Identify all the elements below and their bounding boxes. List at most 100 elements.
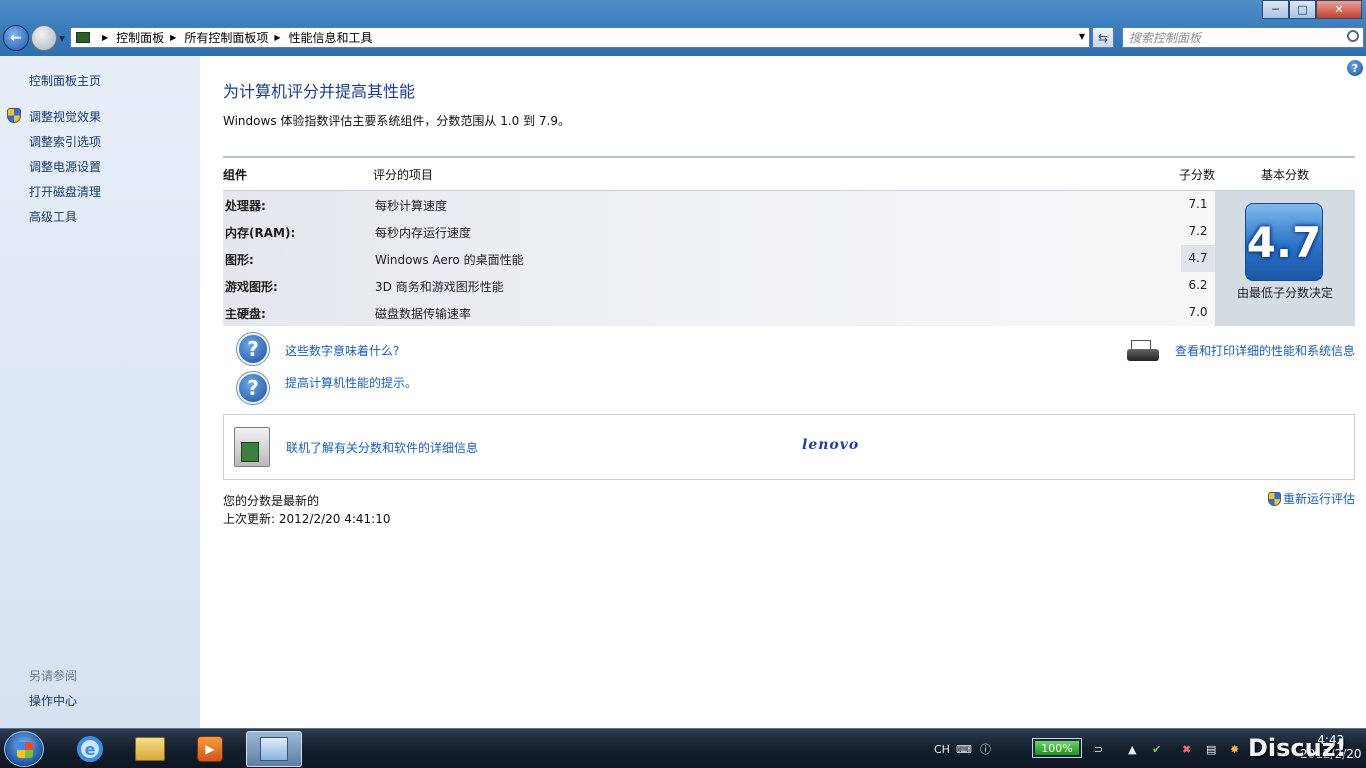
last-update: 上次更新: 2012/2/20 4:41:10 [223, 512, 391, 526]
component-name: 游戏图形: [225, 280, 278, 294]
help-icon[interactable]: ? [1347, 60, 1363, 76]
sidebar-item-home[interactable]: 控制面板主页 [29, 72, 101, 89]
base-score-caption: 由最低子分数决定 [1237, 286, 1334, 300]
component-name: 主硬盘: [225, 307, 266, 321]
component-name: 处理器: [225, 199, 266, 213]
subscore: 7.0 [1188, 305, 1208, 319]
page-description: Windows 体验指数评估主要系统组件，分数范围从 1.0 到 7.9。 [223, 114, 570, 128]
table-row: 游戏图形: 3D 商务和游戏图形性能 6.2 [223, 272, 1215, 299]
table-row: 内存(RAM): 每秒内存运行速度 7.2 [223, 218, 1215, 245]
power-plug-icon[interactable]: ⊃ [1094, 729, 1103, 768]
subscore-lowest: 4.7 [1181, 245, 1215, 272]
taskbar-explorer[interactable] [122, 731, 178, 767]
base-score-panel: 4.7 由最低子分数决定 [1215, 190, 1355, 326]
header-basescore: 基本分数 [1261, 168, 1310, 182]
search-input[interactable]: 搜索控制面板 [1122, 27, 1364, 48]
keyboard-icon[interactable]: ⌨ [956, 729, 972, 768]
shield-icon [7, 108, 21, 123]
taskbar-control-panel[interactable] [246, 731, 302, 767]
header-subscore: 子分数 [1179, 168, 1216, 182]
score-rows: 处理器: 每秒计算速度 7.1 内存(RAM): 每秒内存运行速度 7.2 图形… [223, 190, 1215, 326]
chevron-right-icon[interactable]: ▶ [170, 33, 176, 42]
help-icon[interactable]: ⓘ [980, 729, 991, 768]
breadcrumb-performance[interactable]: 性能信息和工具 [289, 29, 373, 46]
control-panel-icon [260, 737, 288, 761]
maximize-button[interactable]: □ [1289, 0, 1316, 19]
sidebar-item-action-center[interactable]: 操作中心 [29, 692, 77, 709]
what-numbers-mean-link[interactable]: 这些数字意味着什么? [285, 342, 399, 359]
component-name: 图形: [225, 253, 254, 267]
chevron-right-icon[interactable]: ▶ [102, 33, 108, 42]
chevron-right-icon[interactable]: ▶ [274, 33, 280, 42]
see-also-heading: 另请参阅 [29, 669, 78, 683]
watermark: Discuz! [1248, 734, 1347, 762]
recent-pages-dropdown-icon[interactable]: ▼ [59, 34, 65, 43]
minimize-button[interactable]: ─ [1262, 0, 1289, 19]
rated-item: 每秒计算速度 [375, 199, 448, 213]
header-component: 组件 [223, 168, 248, 182]
window-titlebar: ─ □ ✕ ← ▼ ▶ 控制面板 ▶ 所有控制面板项 ▶ 性能信息和工具 ▼ ⇆… [0, 0, 1366, 56]
refresh-button[interactable]: ⇆ [1092, 27, 1114, 48]
main-content: ? 为计算机评分并提高其性能 Windows 体验指数评估主要系统组件，分数范围… [200, 56, 1366, 728]
sidebar-item-power[interactable]: 调整电源设置 [29, 158, 101, 175]
sidebar-item-indexing[interactable]: 调整索引选项 [29, 133, 101, 150]
folder-icon [135, 737, 165, 761]
rated-item: 3D 商务和游戏图形性能 [375, 280, 504, 294]
rerun-assessment[interactable]: 重新运行评估 [1268, 490, 1355, 507]
question-icon: ? [237, 333, 269, 365]
breadcrumb: ▶ 控制面板 ▶ 所有控制面板项 ▶ 性能信息和工具 [96, 29, 373, 46]
view-print-details-link[interactable]: 查看和打印详细的性能和系统信息 [1175, 342, 1355, 359]
close-button[interactable]: ✕ [1316, 0, 1362, 19]
show-hidden-icons-icon[interactable]: ▲ [1128, 729, 1136, 768]
performance-tips-link[interactable]: 提高计算机性能的提示。 [285, 374, 417, 391]
sidebar-item-disk-cleanup[interactable]: 打开磁盘清理 [29, 183, 101, 200]
security-icon[interactable]: ✔ [1152, 729, 1161, 768]
printer-icon [1127, 338, 1161, 364]
start-button[interactable] [4, 731, 44, 767]
header-rated-item: 评分的项目 [373, 168, 434, 182]
rated-item: 每秒内存运行速度 [375, 226, 472, 240]
online-details-link[interactable]: 联机了解有关分数和软件的详细信息 [286, 439, 478, 456]
address-dropdown-icon[interactable]: ▼ [1079, 32, 1085, 41]
sidebar-item-advanced-tools[interactable]: 高级工具 [29, 208, 77, 225]
page-title: 为计算机评分并提高其性能 [223, 82, 416, 101]
lenovo-logo: lenovo [802, 437, 860, 453]
language-indicator[interactable]: CH [934, 729, 950, 768]
subscore: 6.2 [1188, 278, 1208, 292]
media-player-icon: ▶ [197, 736, 223, 762]
address-bar[interactable]: ▶ 控制面板 ▶ 所有控制面板项 ▶ 性能信息和工具 ▼ [70, 27, 1090, 48]
table-row: 图形: Windows Aero 的桌面性能 4.7 [223, 245, 1215, 272]
question-icon: ? [237, 372, 269, 404]
network-icon[interactable]: ✖ [1182, 729, 1191, 768]
search-icon[interactable] [1347, 30, 1359, 42]
online-info-box: 联机了解有关分数和软件的详细信息 lenovo [223, 414, 1355, 480]
taskbar: e ▶ CH ⌨ ⓘ 100% ⊃ ▲ ✔ ✖ ▤ ✸ 4:42 2012/2/… [0, 728, 1366, 768]
taskbar-ie[interactable]: e [62, 731, 118, 767]
score-status: 您的分数是最新的 [223, 494, 320, 508]
score-table: 组件 评分的项目 子分数 基本分数 处理器: 每秒计算速度 7.1 内存(RAM… [223, 156, 1355, 326]
subscore: 7.2 [1188, 224, 1208, 238]
device-icon[interactable]: ▤ [1206, 729, 1216, 768]
shield-icon [1268, 491, 1281, 506]
base-score-badge: 4.7 [1245, 203, 1323, 281]
rerun-assessment-link[interactable]: 重新运行评估 [1283, 490, 1355, 507]
table-row: 主硬盘: 磁盘数据传输速率 7.0 [223, 299, 1215, 326]
forward-button[interactable] [31, 25, 57, 51]
breadcrumb-all-items[interactable]: 所有控制面板项 [184, 29, 268, 46]
control-panel-icon [76, 32, 90, 43]
search-placeholder: 搜索控制面板 [1129, 31, 1202, 45]
rated-item: 磁盘数据传输速率 [375, 307, 472, 321]
back-button[interactable]: ← [3, 25, 29, 51]
rated-item: Windows Aero 的桌面性能 [375, 253, 524, 267]
table-row: 处理器: 每秒计算速度 7.1 [223, 191, 1215, 218]
volume-icon[interactable]: ✸ [1230, 729, 1239, 768]
sidebar: 控制面板主页 调整视觉效果 调整索引选项 调整电源设置 打开磁盘清理 高级工具 … [0, 56, 200, 728]
software-box-icon [234, 427, 270, 467]
breadcrumb-control-panel[interactable]: 控制面板 [116, 29, 164, 46]
internet-explorer-icon: e [77, 736, 103, 762]
battery-indicator[interactable]: 100% [1032, 738, 1082, 758]
sidebar-item-visual-effects[interactable]: 调整视觉效果 [29, 108, 101, 125]
window-controls: ─ □ ✕ [1262, 0, 1362, 19]
taskbar-media-player[interactable]: ▶ [182, 731, 238, 767]
component-name: 内存(RAM): [225, 226, 296, 240]
